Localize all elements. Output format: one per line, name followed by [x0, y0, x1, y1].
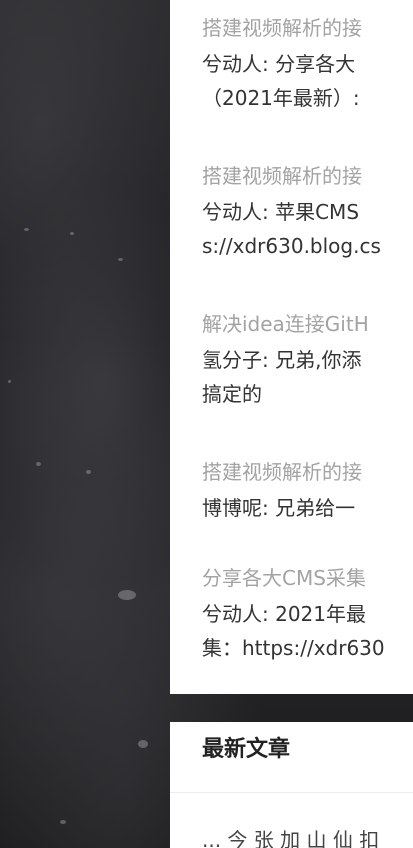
comment-text: 兮动人: 2021年最 集：https://xdr630	[202, 597, 413, 665]
comment-text: 兮动人: 苹果CMS s://xdr630.blog.cs	[202, 195, 413, 263]
comment-text-line: （2021年最新）:	[202, 86, 360, 110]
comment-article-link[interactable]: 分享各大CMS采集	[202, 564, 413, 592]
section-title: 最新文章	[202, 737, 291, 762]
comment-article-link[interactable]: 搭建视频解析的接	[202, 14, 413, 42]
comment-text: 兮动人: 分享各大 （2021年最新）:	[202, 47, 413, 115]
comment-text-line: 兮动人: 2021年最	[202, 602, 366, 626]
comment-item: 分享各大CMS采集 兮动人: 2021年最 集：https://xdr630	[202, 564, 413, 665]
comment-text: 氢分子: 兄弟,你添 搞定的	[202, 343, 413, 411]
comment-article-link[interactable]: 搭建视频解析的接	[202, 458, 413, 486]
divider	[170, 792, 413, 793]
comment-text: 博博呢: 兄弟给一	[202, 491, 413, 525]
comment-item: 搭建视频解析的接 博博呢: 兄弟给一	[202, 458, 413, 525]
comment-text-line: s://xdr630.blog.cs	[202, 234, 381, 258]
comment-item: 搭建视频解析的接 兮动人: 苹果CMS s://xdr630.blog.cs	[202, 162, 413, 263]
latest-articles-panel: 最新文章 ... 今 张 加 山 仙 扣	[170, 722, 413, 848]
comment-text-line: 兮动人: 分享各大	[202, 52, 356, 76]
comment-item: 搭建视频解析的接 兮动人: 分享各大 （2021年最新）:	[202, 14, 413, 115]
comment-text-line: 博博呢: 兄弟给一	[202, 496, 356, 520]
recent-comments-panel: 搭建视频解析的接 兮动人: 分享各大 （2021年最新）: 搭建视频解析的接 兮…	[170, 0, 413, 694]
comment-text-line: 集：https://xdr630	[202, 636, 385, 660]
comment-article-link[interactable]: 搭建视频解析的接	[202, 162, 413, 190]
comment-article-link[interactable]: 解决idea连接GitH	[202, 310, 413, 338]
comment-text-line: 氢分子: 兄弟,你添	[202, 348, 362, 372]
comment-text-line: 兮动人: 苹果CMS	[202, 200, 360, 224]
latest-article-link[interactable]: ... 今 张 加 山 仙 扣	[202, 826, 379, 848]
comment-text-line: 搞定的	[202, 382, 262, 406]
comment-item: 解决idea连接GitH 氢分子: 兄弟,你添 搞定的	[202, 310, 413, 411]
